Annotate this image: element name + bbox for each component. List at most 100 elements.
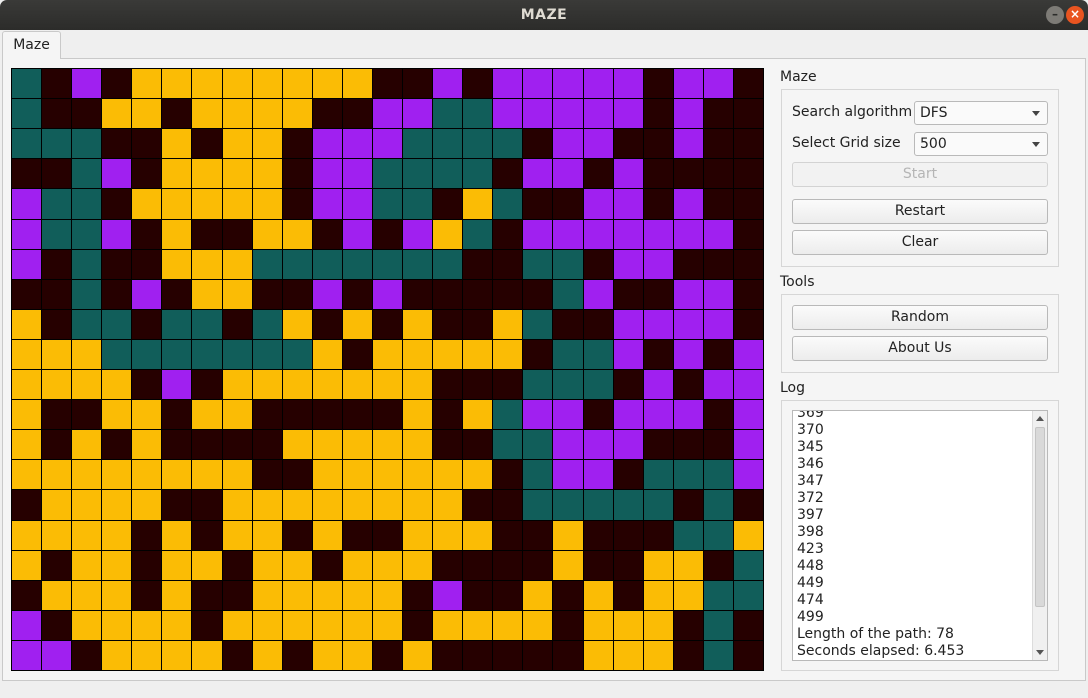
open-cell[interactable]	[12, 400, 42, 430]
open-cell[interactable]	[222, 69, 252, 99]
visited-cell[interactable]	[613, 339, 643, 369]
open-cell[interactable]	[342, 580, 372, 610]
open-cell[interactable]	[162, 580, 192, 610]
wall-cell[interactable]	[192, 370, 222, 400]
open-cell[interactable]	[583, 640, 613, 670]
wall-cell[interactable]	[403, 610, 433, 640]
path-cell[interactable]	[162, 339, 192, 369]
wall-cell[interactable]	[433, 640, 463, 670]
visited-cell[interactable]	[553, 129, 583, 159]
open-cell[interactable]	[72, 430, 102, 460]
visited-cell[interactable]	[553, 159, 583, 189]
wall-cell[interactable]	[12, 580, 42, 610]
open-cell[interactable]	[222, 279, 252, 309]
visited-cell[interactable]	[733, 370, 763, 400]
open-cell[interactable]	[312, 490, 342, 520]
wall-cell[interactable]	[282, 460, 312, 490]
path-cell[interactable]	[72, 309, 102, 339]
visited-cell[interactable]	[102, 159, 132, 189]
path-cell[interactable]	[282, 249, 312, 279]
open-cell[interactable]	[312, 610, 342, 640]
wall-cell[interactable]	[643, 430, 673, 460]
open-cell[interactable]	[282, 610, 312, 640]
visited-cell[interactable]	[12, 249, 42, 279]
path-cell[interactable]	[463, 219, 493, 249]
open-cell[interactable]	[222, 189, 252, 219]
wall-cell[interactable]	[463, 490, 493, 520]
path-cell[interactable]	[372, 249, 403, 279]
open-cell[interactable]	[42, 460, 72, 490]
open-cell[interactable]	[72, 610, 102, 640]
open-cell[interactable]	[403, 520, 433, 550]
wall-cell[interactable]	[703, 339, 733, 369]
wall-cell[interactable]	[643, 99, 673, 129]
open-cell[interactable]	[192, 189, 222, 219]
wall-cell[interactable]	[463, 69, 493, 99]
visited-cell[interactable]	[613, 69, 643, 99]
visited-cell[interactable]	[673, 69, 703, 99]
open-cell[interactable]	[162, 610, 192, 640]
tab-maze[interactable]: Maze	[2, 31, 61, 59]
wall-cell[interactable]	[433, 279, 463, 309]
wall-cell[interactable]	[252, 460, 282, 490]
wall-cell[interactable]	[192, 129, 222, 159]
visited-cell[interactable]	[553, 400, 583, 430]
open-cell[interactable]	[372, 610, 403, 640]
wall-cell[interactable]	[42, 69, 72, 99]
open-cell[interactable]	[222, 490, 252, 520]
open-cell[interactable]	[312, 460, 342, 490]
path-cell[interactable]	[583, 339, 613, 369]
wall-cell[interactable]	[553, 640, 583, 670]
open-cell[interactable]	[162, 129, 192, 159]
open-cell[interactable]	[372, 370, 403, 400]
wall-cell[interactable]	[523, 189, 553, 219]
wall-cell[interactable]	[433, 550, 463, 580]
visited-cell[interactable]	[703, 219, 733, 249]
wall-cell[interactable]	[463, 580, 493, 610]
wall-cell[interactable]	[342, 520, 372, 550]
open-cell[interactable]	[192, 159, 222, 189]
open-cell[interactable]	[372, 339, 403, 369]
path-cell[interactable]	[72, 279, 102, 309]
wall-cell[interactable]	[132, 129, 162, 159]
path-cell[interactable]	[12, 69, 42, 99]
visited-cell[interactable]	[613, 159, 643, 189]
visited-cell[interactable]	[733, 400, 763, 430]
path-cell[interactable]	[493, 129, 523, 159]
path-cell[interactable]	[673, 460, 703, 490]
visited-cell[interactable]	[733, 460, 763, 490]
minimize-button[interactable]: –	[1046, 6, 1064, 24]
scroll-down-icon[interactable]	[1036, 650, 1044, 655]
wall-cell[interactable]	[162, 400, 192, 430]
visited-cell[interactable]	[553, 69, 583, 99]
open-cell[interactable]	[72, 550, 102, 580]
wall-cell[interactable]	[403, 580, 433, 610]
path-cell[interactable]	[583, 490, 613, 520]
path-cell[interactable]	[703, 580, 733, 610]
open-cell[interactable]	[102, 400, 132, 430]
path-cell[interactable]	[102, 339, 132, 369]
random-button[interactable]: Random	[792, 305, 1048, 330]
wall-cell[interactable]	[372, 400, 403, 430]
wall-cell[interactable]	[132, 219, 162, 249]
wall-cell[interactable]	[342, 99, 372, 129]
close-button[interactable]: ×	[1066, 6, 1084, 24]
visited-cell[interactable]	[673, 400, 703, 430]
visited-cell[interactable]	[372, 99, 403, 129]
wall-cell[interactable]	[733, 309, 763, 339]
wall-cell[interactable]	[493, 490, 523, 520]
path-cell[interactable]	[553, 370, 583, 400]
wall-cell[interactable]	[252, 400, 282, 430]
visited-cell[interactable]	[102, 219, 132, 249]
wall-cell[interactable]	[42, 279, 72, 309]
path-cell[interactable]	[72, 249, 102, 279]
open-cell[interactable]	[72, 339, 102, 369]
path-cell[interactable]	[72, 219, 102, 249]
wall-cell[interactable]	[493, 249, 523, 279]
wall-cell[interactable]	[583, 309, 613, 339]
open-cell[interactable]	[222, 400, 252, 430]
path-cell[interactable]	[703, 520, 733, 550]
wall-cell[interactable]	[403, 279, 433, 309]
wall-cell[interactable]	[673, 249, 703, 279]
path-cell[interactable]	[493, 400, 523, 430]
